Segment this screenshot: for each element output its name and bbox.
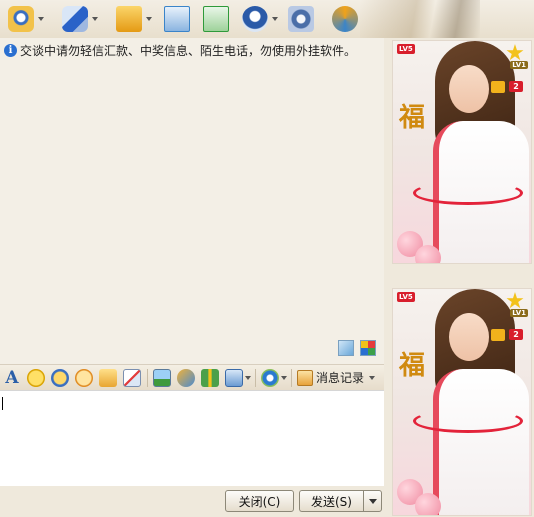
text-caret <box>2 397 3 410</box>
chevron-down-icon[interactable] <box>38 17 44 21</box>
message-history-button[interactable]: 消息记录 <box>297 369 376 386</box>
settings-button[interactable] <box>288 4 314 34</box>
image-icon[interactable] <box>153 368 171 387</box>
remote-assist-button[interactable] <box>242 4 278 34</box>
remote-assist-icon <box>242 6 268 32</box>
toolbar-divider <box>291 368 292 387</box>
chevron-down-icon[interactable] <box>92 17 98 21</box>
fortune-character: 福 <box>399 103 426 133</box>
chevron-down-icon[interactable] <box>281 375 287 380</box>
animated-emoji-icon[interactable] <box>75 368 93 387</box>
chevron-down-icon[interactable] <box>272 17 278 21</box>
display-tools <box>338 340 376 356</box>
level-badge: LV5 <box>397 292 415 302</box>
voice-button[interactable] <box>62 4 98 34</box>
chevron-down-icon[interactable] <box>369 375 376 380</box>
font-icon[interactable]: A <box>3 368 21 388</box>
message-input[interactable] <box>0 390 384 486</box>
folder-transfer-icon <box>116 6 142 32</box>
message-history-label: 消息记录 <box>316 371 365 385</box>
show-sidebar: 福 LV5 ★ LV1 2 福 LV5 ★ LV1 2 <box>384 38 534 517</box>
expand-icon[interactable] <box>338 340 354 356</box>
chevron-down-icon[interactable] <box>245 375 251 380</box>
mail-button[interactable] <box>164 4 190 34</box>
thumbs-up-icon[interactable] <box>99 368 117 387</box>
webcam-icon <box>8 6 34 32</box>
add-note-icon <box>203 6 229 32</box>
vip-level-badge: LV1 <box>510 61 528 69</box>
send-button[interactable]: 发送(S) <box>299 490 363 512</box>
toolbar-divider <box>255 368 256 387</box>
app-button[interactable] <box>332 4 358 34</box>
close-button[interactable]: 关闭(C) <box>225 490 294 512</box>
color-palette-icon[interactable] <box>360 340 376 356</box>
webcam-button[interactable] <box>8 4 44 34</box>
toolbar-decoration <box>360 0 480 38</box>
top-toolbar <box>0 0 534 38</box>
my-show-image[interactable]: 福 LV5 ★ LV1 2 <box>392 288 532 516</box>
history-icon <box>297 369 313 386</box>
speaker-icon[interactable] <box>491 81 505 93</box>
speaker-icon[interactable] <box>491 329 505 341</box>
draw-icon[interactable] <box>123 368 141 387</box>
send-file-button[interactable] <box>116 4 152 34</box>
add-note-button[interactable] <box>203 4 229 34</box>
mail-icon <box>164 6 190 32</box>
microphone-icon <box>62 6 88 32</box>
security-notice: i 交谈中请勿轻信汇款、中奖信息、陌生电话，勿使用外挂软件。 <box>4 42 356 59</box>
fortune-character: 福 <box>399 351 426 381</box>
level-badge: LV5 <box>397 44 415 54</box>
chevron-down-icon[interactable] <box>146 17 152 21</box>
chevron-down-icon <box>368 498 377 504</box>
toolbar-divider <box>147 368 148 387</box>
screenshot-icon[interactable] <box>225 368 243 387</box>
info-icon: i <box>4 44 17 57</box>
gift-icon[interactable] <box>201 368 219 387</box>
refresh-app-icon <box>332 6 358 32</box>
count-badge: 2 <box>509 329 523 340</box>
bottom-bar: 关闭(C) 发送(S) <box>0 486 384 517</box>
vip-level-badge: LV1 <box>510 309 528 317</box>
notice-text: 交谈中请勿轻信汇款、中奖信息、陌生电话，勿使用外挂软件。 <box>20 44 357 58</box>
music-icon[interactable] <box>177 368 195 387</box>
format-toolbar: A 消息记录 <box>0 364 384 390</box>
count-badge: 2 <box>509 81 523 92</box>
message-display-area[interactable]: i 交谈中请勿轻信汇款、中奖信息、陌生电话，勿使用外挂软件。 <box>0 38 384 364</box>
magic-emoji-icon[interactable] <box>51 368 69 387</box>
send-options-button[interactable] <box>363 490 382 512</box>
emoji-icon[interactable] <box>27 368 45 387</box>
contact-show-image[interactable]: 福 LV5 ★ LV1 2 <box>392 40 532 264</box>
soso-icon[interactable] <box>261 368 279 387</box>
settings-icon <box>288 6 314 32</box>
